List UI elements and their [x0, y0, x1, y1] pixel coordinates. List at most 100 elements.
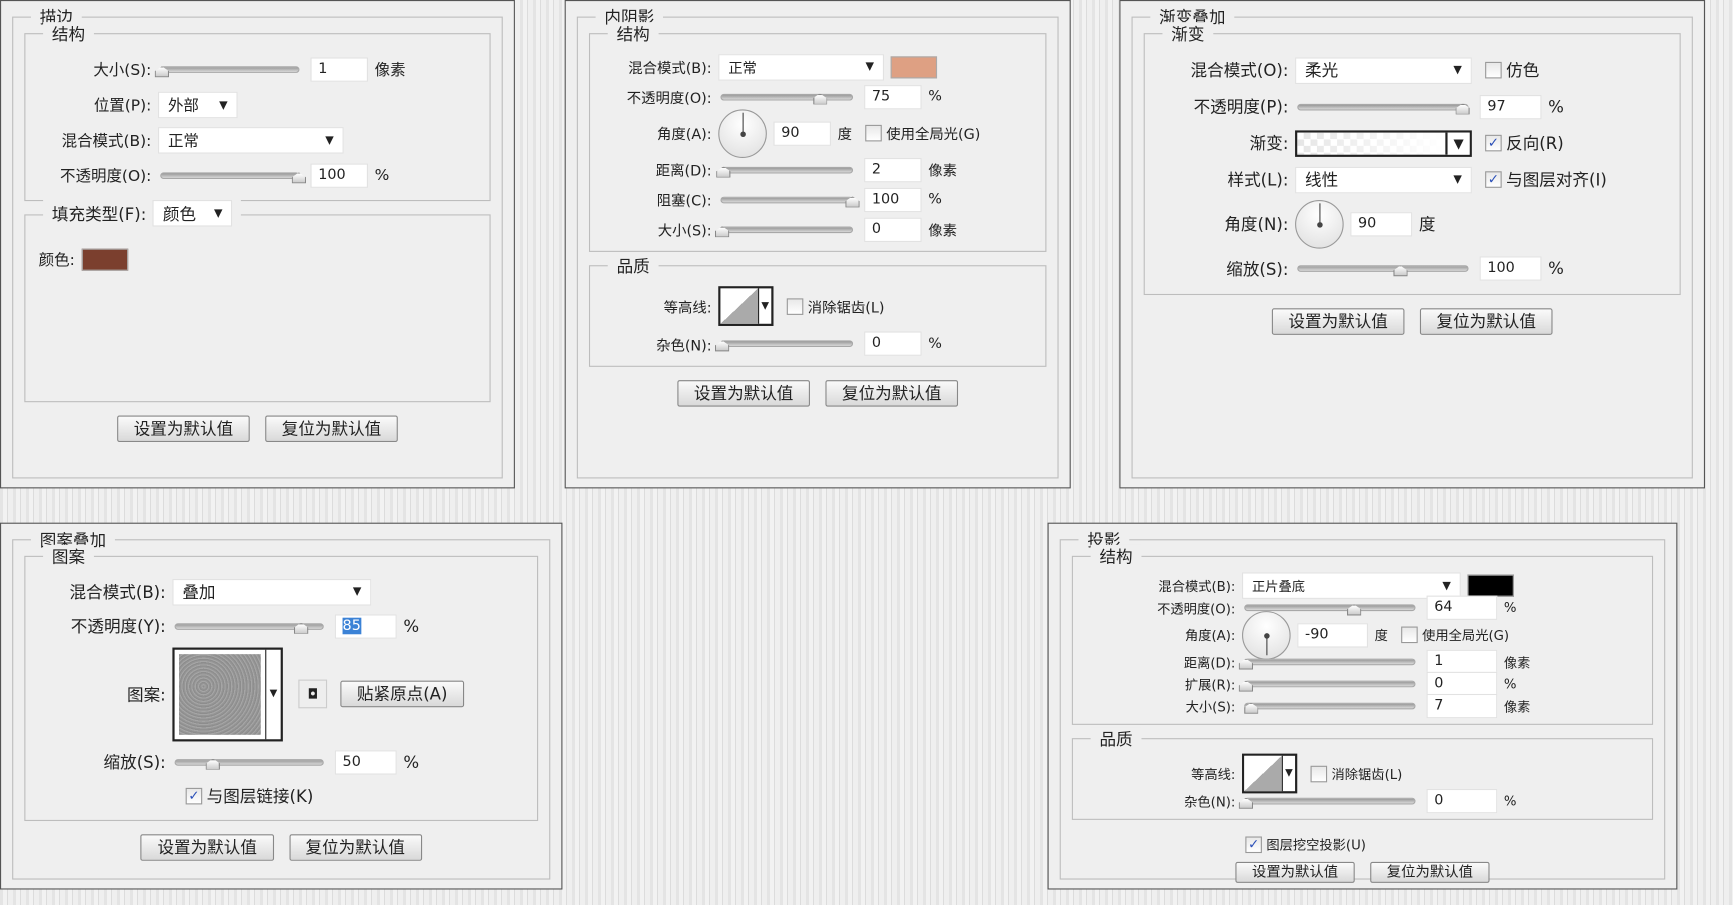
checkbox-box[interactable]	[1310, 765, 1328, 782]
checkbox-checked[interactable]: ✓ 反向(R)	[1485, 131, 1564, 154]
slider-thumb[interactable]	[812, 93, 828, 105]
set-default-button[interactable]: 设置为默认值	[140, 834, 274, 861]
checkbox-box[interactable]	[865, 124, 882, 142]
value-input[interactable]: 0	[1426, 788, 1498, 814]
checkbox-box[interactable]	[1485, 61, 1502, 79]
slider-thumb[interactable]	[293, 622, 309, 634]
value-input[interactable]: 85	[334, 613, 397, 639]
value-input[interactable]: 100	[864, 187, 922, 212]
slider-thumb[interactable]	[205, 758, 221, 770]
checkbox[interactable]: 使用全局光(G)	[1401, 625, 1509, 644]
angle-dial[interactable]	[718, 108, 767, 158]
checkbox-box[interactable]: ✓	[185, 787, 203, 805]
blend-mode-select[interactable]: 叠加 ▼	[172, 578, 372, 605]
reset-default-button[interactable]: 复位为默认值	[1419, 308, 1553, 335]
blend-mode-select[interactable]: 正常 ▼	[718, 53, 884, 81]
checkbox-box[interactable]	[1401, 626, 1418, 644]
angle-input[interactable]: -90	[1297, 622, 1368, 647]
chevron-down-icon[interactable]: ▼	[1281, 755, 1295, 792]
value-input[interactable]: 64	[1426, 595, 1498, 620]
fill-type-select[interactable]: 颜色 ▼	[152, 200, 233, 227]
value-input[interactable]: 1	[1426, 649, 1498, 675]
gradient-preview[interactable]	[1297, 132, 1446, 155]
value-input[interactable]: 100	[1479, 256, 1542, 282]
value-input[interactable]: 1	[310, 57, 368, 82]
checkbox[interactable]: 消除锯齿(L)	[1310, 764, 1402, 783]
slider-track[interactable]	[716, 166, 854, 178]
slider-track[interactable]	[174, 758, 324, 770]
gradient-picker[interactable]: ▼	[1295, 129, 1472, 157]
slider-track[interactable]	[1238, 658, 1416, 670]
slider-track[interactable]	[1297, 103, 1471, 115]
angle-input[interactable]: 90	[773, 121, 831, 146]
slider-track[interactable]	[174, 622, 324, 634]
new-preset-button[interactable]: ◘	[298, 679, 328, 709]
contour-picker[interactable]: ▼	[718, 286, 774, 327]
slider-track[interactable]	[154, 66, 300, 78]
set-default-button[interactable]: 设置为默认值	[117, 415, 250, 442]
checkbox-box[interactable]: ✓	[1245, 835, 1262, 853]
checkbox-checked[interactable]: ✓ 与图层链接(K)	[185, 785, 313, 808]
blend-mode-select[interactable]: 柔光 ▼	[1295, 56, 1472, 84]
field-label: 角度(A):	[1184, 627, 1236, 644]
checkbox[interactable]: 使用全局光(G)	[865, 123, 980, 144]
chevron-down-icon[interactable]: ▼	[758, 288, 771, 325]
snap-to-origin-button[interactable]: 贴紧原点(A)	[340, 680, 465, 708]
slider-track[interactable]	[714, 340, 854, 352]
reset-default-button[interactable]: 复位为默认值	[1370, 861, 1490, 883]
reset-default-button[interactable]: 复位为默认值	[825, 379, 959, 407]
value-input[interactable]: 0	[1426, 671, 1498, 697]
blend-mode-select[interactable]: 线性 ▼	[1295, 166, 1472, 193]
checkbox[interactable]: 消除锯齿(L)	[786, 296, 884, 317]
value-input[interactable]: 2	[864, 157, 922, 182]
checkbox[interactable]: 仿色	[1485, 59, 1539, 82]
set-default-button[interactable]: 设置为默认值	[1271, 308, 1405, 335]
contour-picker[interactable]: ▼	[1242, 753, 1298, 794]
value-input[interactable]: 0	[864, 217, 922, 242]
blend-mode-select[interactable]: 外部 ▼	[158, 91, 238, 119]
slider-track[interactable]	[720, 196, 860, 208]
value-input[interactable]: 100	[310, 163, 368, 188]
color-swatch[interactable]	[1467, 574, 1514, 597]
angle-dial[interactable]	[1242, 610, 1291, 660]
value-input[interactable]: 97	[1479, 94, 1542, 119]
slider-track[interactable]	[1238, 680, 1416, 692]
slider-thumb[interactable]	[1243, 702, 1259, 714]
blend-mode-select[interactable]: 正常 ▼	[158, 127, 344, 154]
color-swatch[interactable]	[890, 55, 938, 78]
slider-track[interactable]	[160, 172, 307, 184]
value-input[interactable]: 75	[864, 84, 922, 109]
slider-thumb[interactable]	[291, 172, 307, 184]
slider-thumb[interactable]	[1393, 265, 1408, 277]
slider-track[interactable]	[1244, 604, 1416, 616]
slider-track[interactable]	[1243, 702, 1416, 714]
slider-thumb[interactable]	[1346, 604, 1362, 616]
value-input[interactable]: 7	[1426, 693, 1498, 719]
checkbox-checked[interactable]: ✓ 与图层对齐(I)	[1485, 168, 1607, 191]
angle-input[interactable]: 90	[1350, 212, 1413, 237]
value-input[interactable]: 50	[334, 749, 397, 775]
chevron-down-icon[interactable]: ▼	[265, 649, 280, 739]
chevron-down-icon[interactable]: ▼	[1445, 132, 1470, 155]
checkbox-box[interactable]: ✓	[1485, 171, 1502, 188]
slider-thumb[interactable]	[845, 196, 860, 208]
slider-track[interactable]	[1297, 265, 1469, 277]
reset-default-button[interactable]: 复位为默认值	[265, 415, 398, 442]
unit-label: %	[403, 616, 420, 636]
checkbox-box[interactable]	[786, 298, 804, 315]
slider-track[interactable]	[714, 226, 854, 238]
set-default-button[interactable]: 设置为默认值	[677, 379, 810, 407]
slider-thumb[interactable]	[716, 166, 731, 178]
pattern-picker[interactable]: ▼	[172, 646, 283, 741]
slider-track[interactable]	[1238, 797, 1416, 809]
value-input[interactable]: 0	[864, 331, 922, 356]
slider-track[interactable]	[720, 93, 854, 105]
set-default-button[interactable]: 设置为默认值	[1235, 861, 1355, 883]
slider-thumb[interactable]	[1455, 103, 1471, 115]
checkbox-box[interactable]: ✓	[1485, 134, 1502, 152]
checkbox-checked[interactable]: ✓ 图层挖空投影(U)	[1245, 835, 1366, 854]
color-swatch[interactable]	[81, 248, 128, 271]
angle-dial[interactable]	[1295, 199, 1344, 249]
reset-default-button[interactable]: 复位为默认值	[288, 834, 422, 861]
unit-label: 像素	[1503, 654, 1531, 671]
